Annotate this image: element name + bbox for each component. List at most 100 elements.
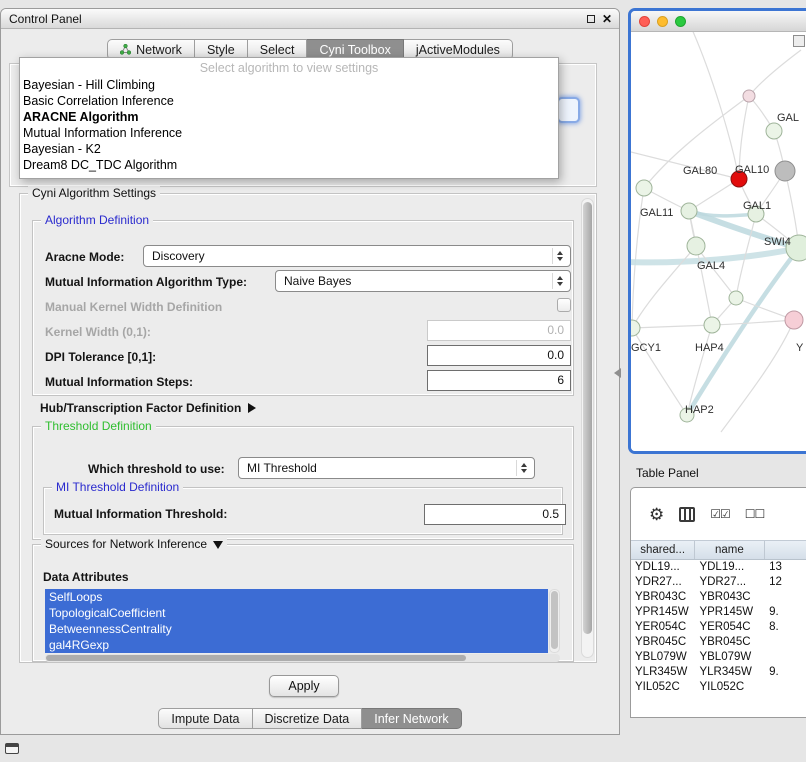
data-attribute-item[interactable]: gal4RGexp <box>45 637 548 653</box>
columns-icon[interactable] <box>679 507 695 522</box>
data-attribute-item[interactable]: BetweennessCentrality <box>45 621 548 637</box>
mi-steps-label: Mutual Information Steps: <box>45 374 193 390</box>
table-row[interactable]: YLR345WYLR345W9. <box>631 665 806 680</box>
network-node-label: GCY1 <box>631 342 661 354</box>
which-threshold-combo[interactable]: MI Threshold <box>238 457 535 479</box>
network-edge[interactable] <box>687 325 712 415</box>
control-panel-titlebar[interactable]: Control Panel ✕ <box>1 9 619 29</box>
mi-type-combo[interactable]: Naive Bayes <box>275 270 571 292</box>
aracne-mode-combo[interactable]: Discovery <box>143 245 571 267</box>
table-cell: YPR145W <box>695 605 765 620</box>
birdseye-toggle[interactable] <box>793 35 805 47</box>
table-row[interactable]: YBR045CYBR045C <box>631 635 806 650</box>
network-node[interactable] <box>729 291 743 305</box>
table-cell: 9. <box>765 605 806 620</box>
table-row[interactable]: YPR145WYPR145W9. <box>631 605 806 620</box>
algorithm-option[interactable]: Dream8 DC_TDC Algorithm <box>20 157 558 173</box>
table-row[interactable]: YDR27...YDR27...12 <box>631 575 806 590</box>
which-threshold-value: MI Threshold <box>247 461 317 475</box>
table-row[interactable]: YBL079WYBL079W <box>631 650 806 665</box>
tab-impute-data[interactable]: Impute Data <box>158 708 252 729</box>
kernel-width-field[interactable]: 0.0 <box>427 320 571 341</box>
algorithm-option[interactable]: ARACNE Algorithm <box>20 109 558 125</box>
attributes-list-vscrollbar[interactable] <box>549 589 560 653</box>
close-traffic-light[interactable] <box>639 16 650 27</box>
algorithm-option[interactable]: Bayesian - K2 <box>20 141 558 157</box>
manual-kernel-checkbox[interactable] <box>557 298 571 312</box>
network-edge[interactable] <box>632 246 696 328</box>
network-node-label: SWI4 <box>764 236 791 248</box>
table-column-header[interactable]: shared... <box>631 541 695 559</box>
network-edge[interactable] <box>721 320 794 432</box>
network-node[interactable] <box>687 237 705 255</box>
network-node-label: HAP2 <box>685 404 714 416</box>
table-row[interactable]: YDL19...YDL19...13 <box>631 560 806 575</box>
scrollbar-thumb[interactable] <box>46 655 466 661</box>
hub-definition-label: Hub/Transcription Factor Definition <box>40 400 241 416</box>
network-edge[interactable] <box>632 325 712 328</box>
algorithm-combo-focus-ring[interactable] <box>557 97 580 123</box>
tab-infer-network[interactable]: Infer Network <box>362 708 461 729</box>
sources-group: Sources for Network Inference Data Attri… <box>32 544 574 662</box>
select-all-checkboxes-icon[interactable]: ☑☑ <box>710 507 730 521</box>
network-graph[interactable]: GAL80GAL10GALGAL11GAL1SWI4GAL4GCY1HAP4YH… <box>631 32 806 450</box>
network-node[interactable] <box>704 317 720 333</box>
table-cell: YBR045C <box>631 635 695 650</box>
sources-disclosure[interactable]: Sources for Network Inference <box>41 537 227 552</box>
panel-splitter-handle[interactable] <box>614 368 621 378</box>
network-window-titlebar[interactable] <box>631 11 806 32</box>
network-edge[interactable] <box>712 320 794 325</box>
network-edge[interactable] <box>687 248 799 415</box>
data-attribute-item[interactable]: TopologicalCoefficient <box>45 605 548 621</box>
clear-all-checkboxes-icon[interactable]: ☐☐ <box>745 507 765 521</box>
tab-discretize-data[interactable]: Discretize Data <box>253 708 363 729</box>
dpi-tolerance-field[interactable]: 0.0 <box>427 345 571 366</box>
network-node[interactable] <box>636 180 652 196</box>
algorithm-option[interactable]: Bayesian - Hill Climbing <box>20 77 558 93</box>
network-node-label: HAP4 <box>695 342 724 354</box>
network-canvas[interactable]: GAL80GAL10GALGAL11GAL1SWI4GAL4GCY1HAP4YH… <box>631 32 806 454</box>
table-cell: YBL079W <box>695 650 765 665</box>
algorithm-option[interactable]: Basic Correlation Inference <box>20 93 558 109</box>
scrollbar-thumb[interactable] <box>551 591 558 649</box>
window-title: Control Panel <box>9 12 82 26</box>
scrollbar-thumb[interactable] <box>583 202 592 634</box>
zoom-traffic-light[interactable] <box>675 16 686 27</box>
minimized-panel-icon[interactable] <box>5 743 19 754</box>
gear-icon[interactable]: ⚙ <box>649 506 664 523</box>
network-edge[interactable] <box>749 50 801 96</box>
network-node[interactable] <box>775 161 795 181</box>
attributes-list-hscrollbar[interactable] <box>45 654 560 662</box>
table-toolbar: ⚙ ☑☑ ☐☐ <box>631 488 806 540</box>
network-node[interactable] <box>681 203 697 219</box>
algorithm-option[interactable]: Mutual Information Inference <box>20 125 558 141</box>
mi-type-label: Mutual Information Algorithm Type: <box>45 274 247 290</box>
network-edge[interactable] <box>691 32 739 179</box>
apply-button[interactable]: Apply <box>269 675 339 697</box>
network-node[interactable] <box>631 320 640 336</box>
network-node[interactable] <box>785 311 803 329</box>
network-node-label: GAL4 <box>697 260 725 272</box>
mi-threshold-field[interactable]: 0.5 <box>424 504 566 525</box>
float-window-button[interactable] <box>587 15 595 23</box>
table-row[interactable]: YBR043CYBR043C <box>631 590 806 605</box>
table-column-header[interactable]: name <box>695 541 764 559</box>
combo-arrows-icon <box>552 248 567 264</box>
hub-definition-disclosure[interactable]: Hub/Transcription Factor Definition <box>40 400 256 416</box>
table-row[interactable]: YER054CYER054C8. <box>631 620 806 635</box>
close-window-button[interactable]: ✕ <box>602 13 612 25</box>
mi-steps-field[interactable]: 6 <box>427 370 571 391</box>
network-edge[interactable] <box>689 179 739 211</box>
minimize-traffic-light[interactable] <box>657 16 668 27</box>
algorithm-definition-group: Algorithm Definition Aracne Mode: Discov… <box>32 220 574 396</box>
settings-scrollbar[interactable] <box>581 198 594 658</box>
table-cell: YPR145W <box>631 605 695 620</box>
network-tab-icon <box>120 44 131 55</box>
network-node[interactable] <box>743 90 755 102</box>
table-column-header[interactable] <box>765 541 806 559</box>
data-attribute-item[interactable]: SelfLoops <box>45 589 548 605</box>
table-row[interactable]: YIL052CYIL052C <box>631 680 806 695</box>
table-cell <box>765 635 806 650</box>
network-node[interactable] <box>766 123 782 139</box>
manual-kernel-label: Manual Kernel Width Definition <box>45 299 222 315</box>
